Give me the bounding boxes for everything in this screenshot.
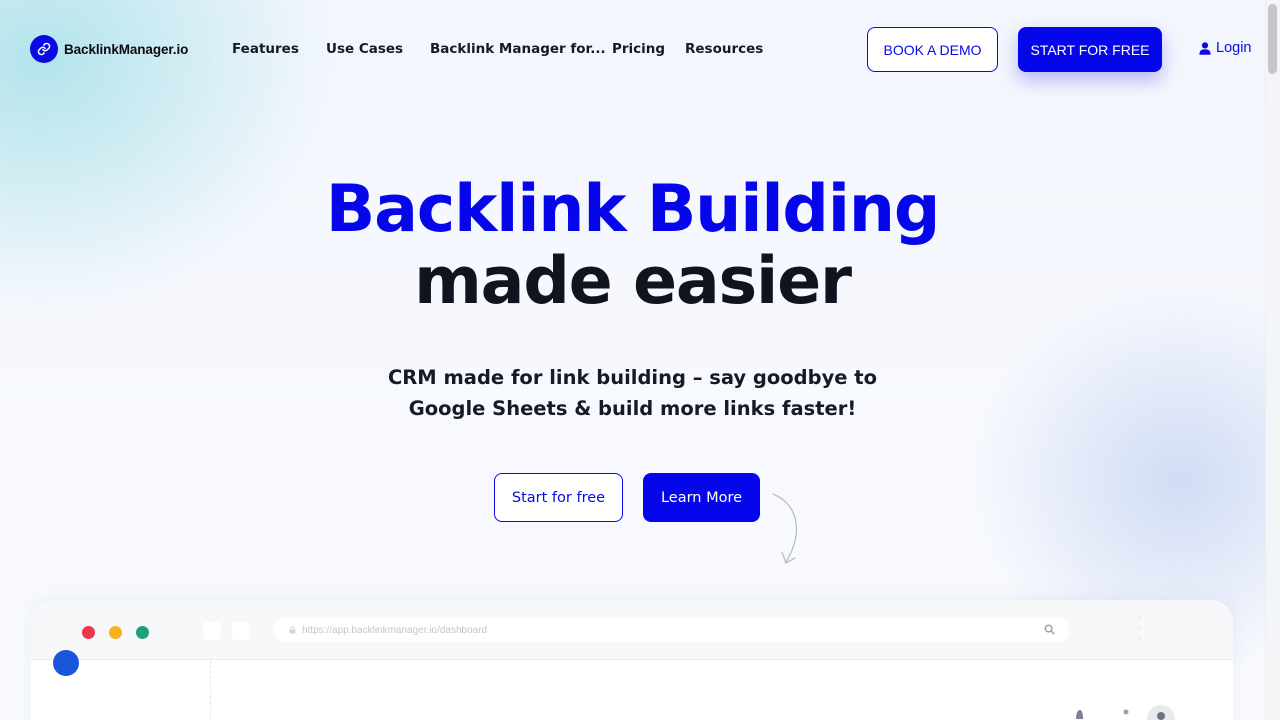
top-navbar: BacklinkManager.io Features Use Cases Ba… (0, 0, 1265, 98)
user-icon (1199, 41, 1211, 55)
url-bar: https://app.backlinkmanager.io/dashboard (273, 618, 1069, 642)
nav-pricing[interactable]: Pricing (612, 41, 665, 57)
curved-arrow-icon (772, 493, 798, 564)
start-for-free-hero-button[interactable]: Start for free (494, 473, 623, 522)
app-preview: https://app.backlinkmanager.io/dashboard (31, 600, 1233, 720)
nav-resources[interactable]: Resources (685, 41, 763, 57)
search-icon (1044, 624, 1055, 635)
start-for-free-button[interactable]: START FOR FREE (1018, 27, 1162, 72)
hero-title-line2: made easier (414, 244, 852, 319)
nav-backlink-manager-for[interactable]: Backlink Manager for... (430, 41, 606, 57)
window-maximize-dot (136, 626, 149, 639)
hero-title-line1: Backlink Building (325, 172, 941, 247)
brand-name: BacklinkManager.io (64, 41, 189, 57)
hero-subtitle: CRM made for link building – say goodbye… (387, 366, 878, 420)
login-label: Login (1216, 40, 1252, 56)
brand-logo[interactable]: BacklinkManager.io (30, 35, 188, 63)
login-link[interactable]: Login (1199, 40, 1251, 56)
user-profile-icon (1123, 709, 1129, 715)
kebab-menu-icon (1137, 616, 1141, 640)
app-logo-icon (53, 650, 79, 676)
browser-toolbar: https://app.backlinkmanager.io/dashboard (31, 600, 1233, 660)
avatar (1147, 705, 1175, 720)
window-minimize-dot (109, 626, 122, 639)
browser-back-button (203, 622, 221, 640)
book-demo-button[interactable]: BOOK A DEMO (867, 27, 998, 72)
nav-features[interactable]: Features (232, 41, 299, 57)
page-scrollbar[interactable] (1265, 0, 1280, 720)
lock-icon (289, 626, 296, 634)
notification-icon (1076, 710, 1083, 719)
url-text: https://app.backlinkmanager.io/dashboard (302, 624, 488, 636)
learn-more-button[interactable]: Learn More (643, 473, 760, 522)
browser-forward-button (232, 622, 250, 640)
window-close-dot (82, 626, 95, 639)
nav-use-cases[interactable]: Use Cases (326, 41, 403, 57)
link-icon (30, 35, 58, 63)
page-scrollbar-thumb[interactable] (1268, 4, 1277, 74)
